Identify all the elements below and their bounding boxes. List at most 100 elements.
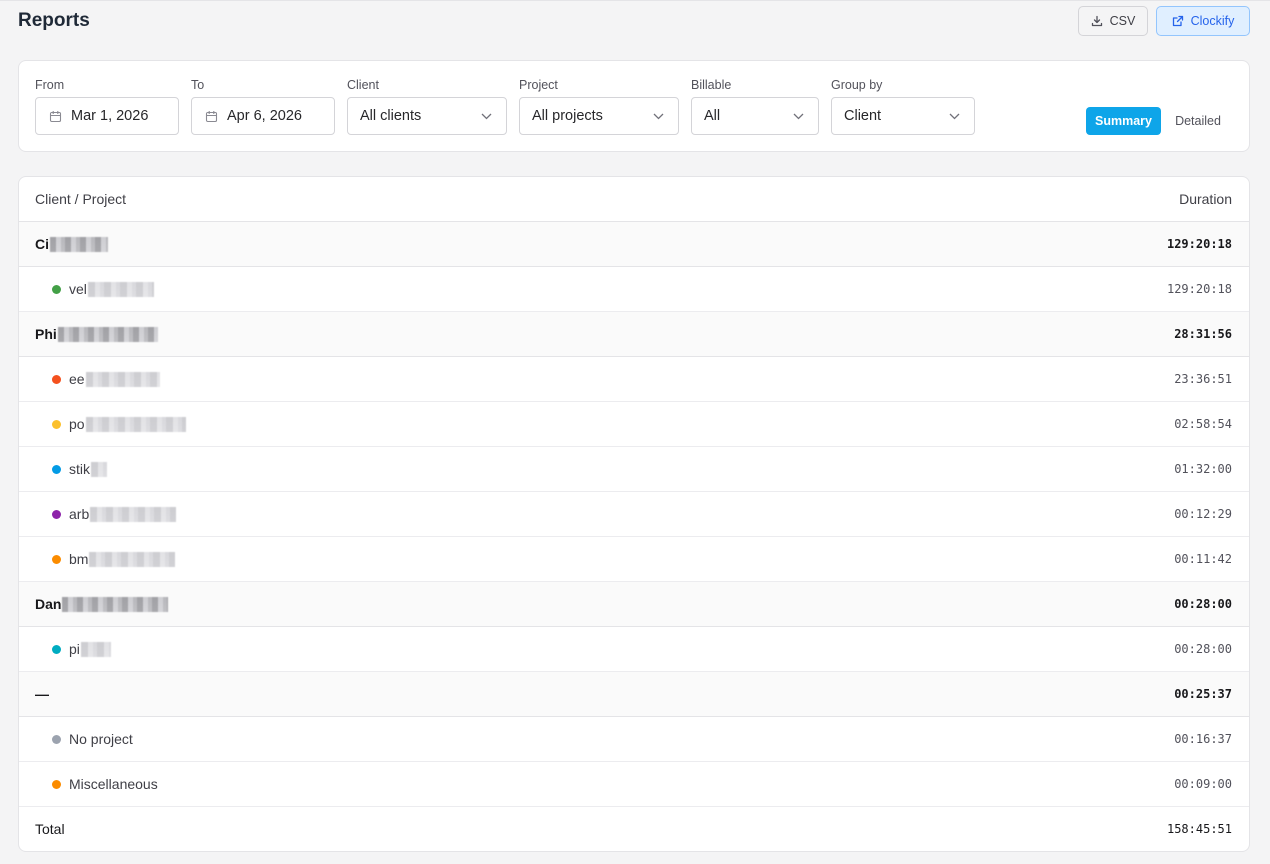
project-duration: 02:58:54 (1174, 417, 1232, 431)
project-color-dot (52, 779, 61, 789)
project-duration: 23:36:51 (1174, 372, 1232, 386)
client-row[interactable]: — 00:25:37 (19, 672, 1249, 717)
redacted-text (87, 281, 154, 297)
project-duration: 129:20:18 (1166, 282, 1232, 296)
project-duration: 00:09:00 (1174, 777, 1232, 791)
project-color-dot (52, 419, 61, 429)
client-row[interactable]: Dan 00:28:00 (19, 582, 1249, 627)
project-row[interactable]: bm 00:11:42 (19, 537, 1249, 582)
client-name: Phi (35, 326, 158, 343)
client-duration: 00:25:37 (1174, 687, 1232, 701)
client-name: — (35, 686, 49, 702)
summary-view-button[interactable]: Summary (1086, 107, 1161, 135)
open-clockify-label: Clockify (1190, 14, 1235, 28)
project-name: stik (35, 461, 107, 477)
redacted-text (89, 551, 176, 567)
billable-select-value: All (704, 108, 721, 124)
project-name: No project (35, 731, 133, 747)
redacted-text (85, 416, 186, 432)
project-duration: 00:11:42 (1174, 552, 1232, 566)
filters-panel: From Mar 1, 2026 To Apr 6, 2026 Client A… (18, 60, 1250, 152)
client-project-column-header: Client / Project (35, 191, 127, 207)
redacted-text (85, 371, 160, 387)
project-color-dot (52, 554, 61, 564)
project-color-dot (52, 284, 61, 294)
client-duration: 00:28:00 (1174, 597, 1232, 611)
project-row[interactable]: stik 01:32:00 (19, 447, 1249, 492)
project-row[interactable]: arb 00:12:29 (19, 492, 1249, 537)
project-row[interactable]: ee 23:36:51 (19, 357, 1249, 402)
project-name: po (35, 416, 186, 432)
project-color-dot (52, 374, 61, 384)
total-row: Total 158:45:51 (19, 807, 1249, 851)
project-color-dot (52, 734, 61, 744)
project-label: Project (519, 78, 558, 92)
project-color-dot (52, 464, 61, 474)
chevron-down-icon (949, 113, 960, 120)
project-row[interactable]: vel 129:20:18 (19, 267, 1249, 312)
project-name: pi (35, 641, 111, 657)
project-select[interactable]: All projects (519, 97, 679, 135)
chevron-down-icon (481, 113, 492, 120)
to-date-input[interactable]: Apr 6, 2026 (191, 97, 335, 135)
project-name: bm (35, 551, 176, 567)
to-date-value: Apr 6, 2026 (227, 108, 302, 124)
to-label: To (191, 78, 205, 92)
download-icon (1091, 15, 1103, 27)
project-color-dot (52, 644, 61, 654)
open-clockify-button[interactable]: Clockify (1156, 6, 1250, 36)
group-by-select-value: Client (844, 108, 882, 124)
billable-select[interactable]: All (691, 97, 819, 135)
client-select-value: All clients (360, 108, 422, 124)
project-row[interactable]: No project 00:16:37 (19, 717, 1249, 762)
client-duration: 129:20:18 (1166, 237, 1232, 251)
export-csv-button[interactable]: CSV (1078, 6, 1148, 36)
client-name: Dan (35, 596, 169, 613)
billable-label: Billable (691, 78, 732, 92)
top-border (0, 0, 1270, 1)
chevron-down-icon (793, 113, 804, 120)
project-row[interactable]: Miscellaneous 00:09:00 (19, 762, 1249, 807)
total-label: Total (35, 821, 65, 837)
table-header: Client / Project Duration (19, 177, 1249, 222)
project-duration: 01:32:00 (1174, 462, 1232, 476)
client-duration: 28:31:56 (1174, 327, 1232, 341)
client-name: Ci (35, 236, 108, 253)
project-name: ee (35, 371, 160, 387)
redacted-text (80, 641, 111, 657)
report-table: Client / Project Duration Ci 129:20:18 v… (18, 176, 1250, 852)
calendar-icon (49, 110, 62, 123)
project-duration: 00:28:00 (1174, 642, 1232, 656)
chevron-down-icon (653, 113, 664, 120)
detailed-view-button[interactable]: Detailed (1165, 107, 1231, 135)
group-by-select[interactable]: Client (831, 97, 975, 135)
redacted-text (91, 461, 107, 477)
client-select[interactable]: All clients (347, 97, 507, 135)
external-link-icon (1172, 15, 1184, 27)
client-label: Client (347, 78, 379, 92)
project-name: Miscellaneous (35, 776, 158, 792)
project-name: arb (35, 506, 177, 522)
project-color-dot (52, 509, 61, 519)
duration-column-header: Duration (1179, 191, 1232, 207)
project-row[interactable]: po 02:58:54 (19, 402, 1249, 447)
client-row[interactable]: Phi 28:31:56 (19, 312, 1249, 357)
redacted-text (57, 327, 158, 343)
project-name: vel (35, 281, 154, 297)
project-duration: 00:16:37 (1174, 732, 1232, 746)
group-by-label: Group by (831, 78, 883, 92)
client-row[interactable]: Ci 129:20:18 (19, 222, 1249, 267)
total-duration: 158:45:51 (1166, 822, 1232, 836)
page-title: Reports (18, 10, 90, 31)
from-label: From (35, 78, 65, 92)
export-csv-label: CSV (1109, 14, 1136, 28)
redacted-text (50, 237, 108, 253)
from-date-input[interactable]: Mar 1, 2026 (35, 97, 179, 135)
redacted-text (90, 506, 177, 522)
project-row[interactable]: pi 00:28:00 (19, 627, 1249, 672)
project-select-value: All projects (532, 108, 603, 124)
project-duration: 00:12:29 (1174, 507, 1232, 521)
from-date-value: Mar 1, 2026 (71, 108, 149, 124)
calendar-icon (205, 110, 218, 123)
redacted-text (62, 597, 169, 613)
